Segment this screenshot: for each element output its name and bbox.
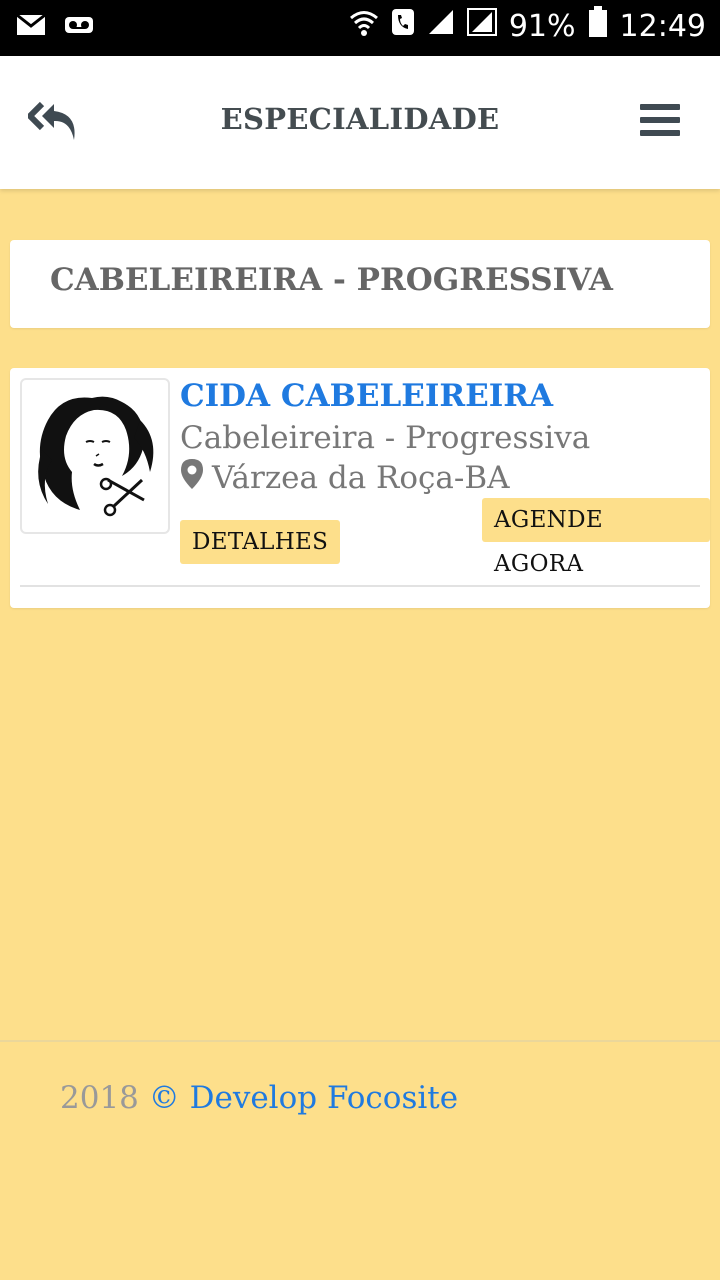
map-marker-icon: [180, 458, 204, 498]
category-title: CABELEIREIRA - PROGRESSIVA: [50, 262, 613, 298]
battery-icon: [588, 6, 608, 46]
profile-image[interactable]: [20, 378, 170, 534]
professional-specialty: Cabeleireira - Progressiva: [180, 420, 591, 456]
app-header: ESPECIALIDADE: [0, 56, 720, 189]
footer: 2018 © Develop Focosite: [60, 1080, 458, 1116]
signal-2-icon: [466, 8, 497, 44]
signal-icon: [427, 8, 455, 44]
details-button[interactable]: DETALHES: [180, 520, 341, 564]
footer-divider: [0, 1040, 720, 1042]
location-text: Várzea da Roça-BA: [212, 460, 510, 496]
schedule-now-button[interactable]: AGENDE AGORA: [482, 498, 710, 577]
professional-name[interactable]: CIDA CABELEIREIRA: [180, 378, 553, 414]
hamburger-menu-icon: [640, 104, 680, 136]
voicemail-icon: [64, 12, 94, 42]
divider: [20, 585, 700, 587]
wifi-icon: [349, 7, 379, 45]
battery-level: 91%: [508, 8, 576, 44]
category-card: CABELEIREIRA - PROGRESSIVA: [10, 240, 710, 328]
status-bar: 91% 12:49: [0, 0, 720, 56]
professional-card: CIDA CABELEIREIRA Cabeleireira - Progres…: [10, 368, 710, 608]
clock: 12:49: [619, 8, 706, 44]
phone-icon: [391, 7, 415, 45]
footer-year: 2018: [60, 1080, 139, 1116]
developer-link[interactable]: © Develop Focosite: [149, 1080, 458, 1116]
woman-hair-scissors-logo: [38, 396, 154, 517]
menu-button[interactable]: [640, 104, 680, 140]
mail-icon: [16, 12, 46, 42]
page-title: ESPECIALIDADE: [220, 102, 500, 136]
professional-location: Várzea da Roça-BA: [180, 458, 510, 498]
